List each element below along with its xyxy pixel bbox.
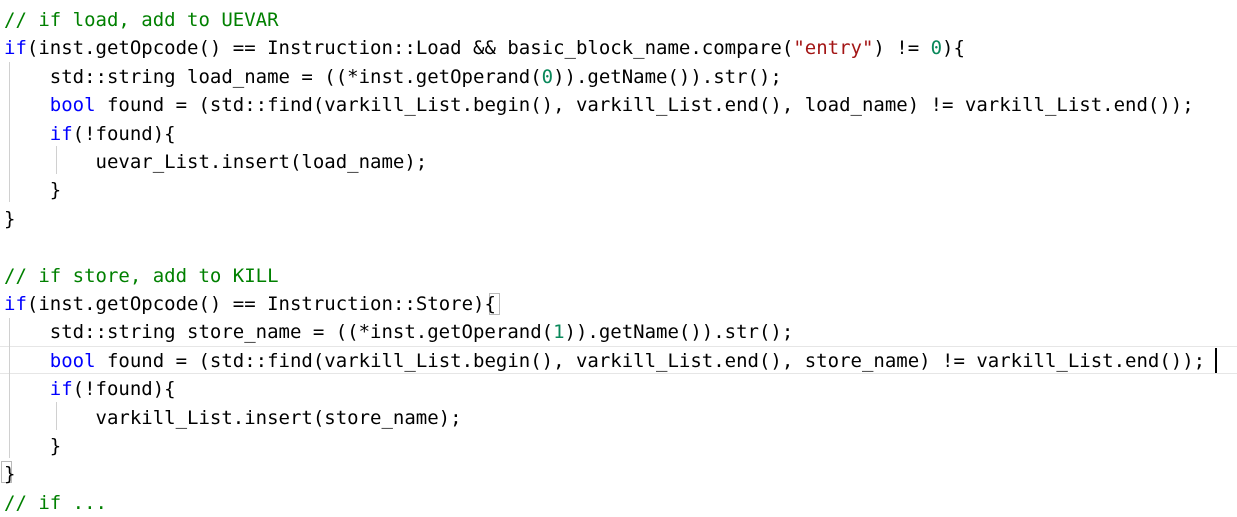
code-token-plain: )).getName()).str(); [553, 65, 782, 88]
code-token-keyword: if [49, 122, 73, 145]
code-line[interactable]: } [4, 205, 15, 233]
code-token-plain: varkill_List.insert(store_name); [4, 406, 462, 429]
code-token-plain: } [4, 435, 62, 457]
code-token-plain: } [4, 207, 16, 230]
code-editor[interactable]: // if load, add to UEVAR if(inst.getOpcod… [0, 0, 1237, 514]
code-token-plain: (!found){ [72, 378, 176, 401]
code-line[interactable]: if(!found){ [4, 375, 176, 403]
code-token-comment: // if store, add to KILL [4, 264, 279, 287]
code-token-plain: found = (std::find(varkill_List.begin(),… [95, 349, 1206, 372]
code-token-plain: found = (std::find(varkill_List.begin(),… [95, 94, 1194, 117]
code-token-plain: uevar_List.insert(load_name); [4, 151, 428, 173]
code-token-plain: std::string store_name = ((*inst.getOper… [4, 321, 554, 344]
code-token-keyword: bool [49, 94, 96, 117]
code-line[interactable]: if(inst.getOpcode() == Instruction::Load… [4, 34, 965, 62]
code-line[interactable]: } [4, 432, 61, 460]
code-line[interactable]: } [4, 460, 15, 488]
code-token-plain: std::string load_name = ((*inst.getOpera… [4, 65, 542, 88]
code-token-comment: // if ... [4, 491, 107, 514]
code-line[interactable]: std::string load_name = ((*inst.getOpera… [4, 63, 782, 91]
code-line[interactable]: uevar_List.insert(load_name); [4, 148, 428, 176]
code-token-comment: // if load, add to UEVAR [4, 9, 279, 31]
code-line[interactable]: bool found = (std::find(varkill_List.beg… [4, 347, 1205, 375]
code-line[interactable]: } [4, 176, 61, 204]
text-caret [1215, 348, 1217, 373]
code-token-plain: ){ [942, 37, 965, 60]
code-token-number: 0 [930, 37, 943, 60]
code-line[interactable]: std::string store_name = ((*inst.getOper… [4, 318, 794, 346]
code-token-plain: )).getName()).str(); [564, 321, 794, 344]
code-token-string: "entry" [793, 37, 874, 60]
code-token-plain: (inst.getOpcode() == Instruction::Load &… [26, 37, 794, 60]
code-token-plain: (!found){ [72, 122, 176, 145]
code-line[interactable]: varkill_List.insert(store_name); [4, 404, 462, 432]
code-token-plain: (inst.getOpcode() == Instruction::Store)… [26, 293, 496, 315]
code-token-keyword: if [49, 378, 73, 401]
code-token-keyword: bool [49, 349, 96, 372]
code-token-plain: } [4, 179, 62, 202]
code-token-plain: ) != [873, 37, 931, 60]
code-line[interactable]: // if store, add to KILL [4, 262, 279, 290]
code-line[interactable]: bool found = (std::find(varkill_List.beg… [4, 91, 1194, 119]
code-token-number: 0 [541, 65, 554, 88]
code-token-plain: } [4, 463, 16, 486]
code-token-keyword: if [4, 37, 27, 60]
code-line[interactable]: if(inst.getOpcode() == Instruction::Stor… [4, 290, 496, 318]
code-line[interactable]: // if load, add to UEVAR [4, 6, 279, 34]
code-line[interactable]: // if ... [4, 489, 107, 517]
code-token-number: 1 [553, 321, 565, 344]
code-token-keyword: if [4, 293, 27, 315]
code-line[interactable]: if(!found){ [4, 120, 176, 148]
